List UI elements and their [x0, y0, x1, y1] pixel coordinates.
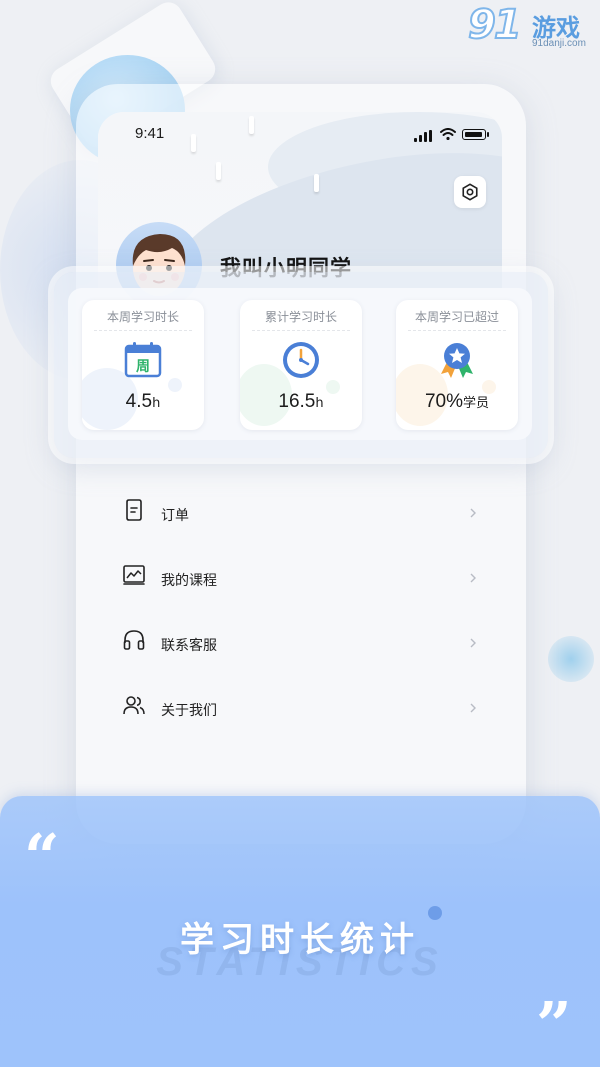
gear-icon: [462, 183, 478, 201]
stat-number: 16.5: [278, 391, 316, 412]
stat-value: 70%学员: [396, 391, 518, 413]
menu-label: 联系客服: [161, 638, 217, 654]
stat-label: 累计学习时长: [264, 310, 337, 324]
menu-label: 关于我们: [161, 703, 217, 719]
menu-item-about-us[interactable]: 关于我们: [98, 679, 502, 729]
decorative-pin: [249, 116, 254, 134]
stat-label: 本周学习时长: [106, 310, 179, 324]
wifi-icon: [440, 128, 456, 140]
users-icon: [123, 696, 145, 715]
settings-button[interactable]: [454, 176, 486, 208]
stat-value: 16.5h: [240, 391, 362, 413]
chevron-right-icon: [470, 638, 476, 648]
menu-item-customer-service[interactable]: 联系客服: [98, 614, 502, 664]
status-time: 9:41: [135, 125, 165, 142]
watermark-url: 91danji.com: [532, 38, 586, 49]
calendar-char: 周: [136, 359, 150, 375]
menu-label: 订单: [161, 508, 189, 524]
stat-card-total-time[interactable]: 累计学习时长 16.5h: [240, 300, 362, 430]
card-blob: [168, 378, 182, 392]
calendar-week-icon: 周: [124, 342, 162, 378]
stat-number: 70%: [424, 391, 463, 412]
divider: [408, 330, 506, 331]
stat-card-weekly-time[interactable]: 本周学习时长 周 4.5h: [82, 300, 204, 430]
chevron-right-icon: [470, 508, 476, 518]
signal-icon: [424, 132, 427, 142]
signal-icon: [429, 130, 432, 142]
banner-dot: [428, 906, 442, 920]
headset-icon: [123, 630, 145, 650]
banner-title: 学习时长统计: [180, 920, 420, 960]
close-quote-mark: ”: [536, 988, 572, 1061]
order-document-icon: [126, 499, 142, 521]
stat-number: 4.5: [125, 391, 153, 412]
stat-label: 本周学习已超过: [414, 310, 499, 324]
signal-icon: [419, 135, 422, 142]
course-chart-icon: [123, 565, 145, 585]
stat-card-percentile[interactable]: 本周学习已超过 70%学员: [396, 300, 518, 430]
status-indicators: [414, 128, 489, 142]
clock-icon: [283, 342, 319, 378]
chevron-right-icon: [470, 703, 476, 713]
divider: [252, 330, 350, 331]
menu-label: 我的课程: [161, 573, 217, 589]
divider: [94, 330, 192, 331]
stat-unit: 学员: [463, 396, 490, 411]
battery-icon: [462, 129, 486, 140]
award-medal-icon: [441, 343, 473, 378]
menu-item-my-courses[interactable]: 我的课程: [98, 549, 502, 599]
decorative-pin: [314, 174, 319, 192]
decorative-pin: [191, 134, 196, 152]
open-quote-mark: “: [24, 820, 60, 893]
watermark-number: 91: [467, 1, 523, 49]
site-watermark: 91 游戏 91danji.com: [467, 1, 600, 52]
battery-tip: [487, 132, 489, 137]
background-dot: [548, 636, 594, 682]
menu-item-orders[interactable]: 订单: [98, 484, 502, 534]
stat-unit: h: [315, 396, 324, 411]
decorative-pin: [216, 162, 221, 180]
signal-icon: [414, 138, 417, 142]
stat-unit: h: [152, 396, 161, 411]
chevron-right-icon: [470, 573, 476, 583]
stat-value: 4.5h: [82, 391, 204, 413]
